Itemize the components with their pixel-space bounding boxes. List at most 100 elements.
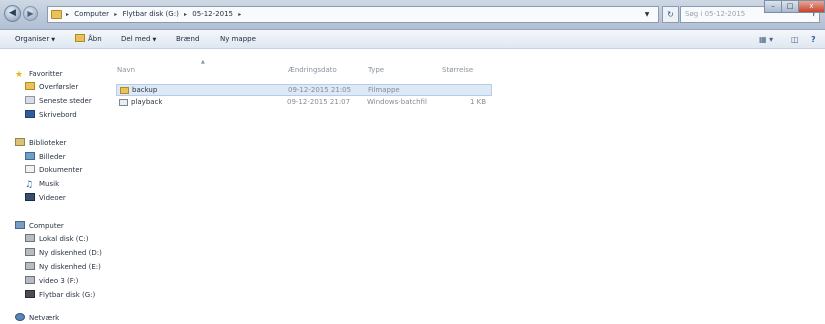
hard-drive-icon <box>25 234 35 242</box>
new-folder-button[interactable]: Ny mappe <box>220 30 256 49</box>
open-button[interactable]: Åbn <box>75 30 102 49</box>
sidebar-item-label: video 3 (F:) <box>39 277 79 285</box>
sidebar-item-label: Ny diskenhed (E:) <box>39 263 101 271</box>
file-row-playback[interactable]: playback 09-12-2015 21:07 Windows-batchf… <box>116 97 492 109</box>
sidebar-item-music[interactable]: ♫ Musik <box>25 178 59 190</box>
file-type: Filmappe <box>368 86 400 94</box>
videos-icon <box>25 193 35 201</box>
sort-ascending-icon: ▲ <box>201 59 205 65</box>
breadcrumb-computer[interactable]: Computer <box>74 10 109 18</box>
downloads-icon <box>25 82 35 90</box>
open-label: Åbn <box>88 35 102 43</box>
star-icon: ★ <box>15 70 24 80</box>
search-placeholder: Søg i 05-12-2015 <box>685 10 746 18</box>
sidebar-item-drive-c[interactable]: Lokal disk (C:) <box>25 233 88 245</box>
chevron-down-icon: ▼ <box>51 37 56 43</box>
new-folder-label: Ny mappe <box>220 35 256 43</box>
column-header-type[interactable]: Type <box>368 64 384 76</box>
chevron-right-icon[interactable]: ▸ <box>66 11 69 18</box>
sidebar-header-label: Biblioteker <box>29 139 67 147</box>
music-icon: ♫ <box>25 180 34 190</box>
sidebar-header-label: Netværk <box>29 314 60 322</box>
file-size: 1 KB <box>470 98 487 106</box>
breadcrumb: ▸ Computer ▸ Flytbar disk (G:) ▸ 05-12-2… <box>66 7 244 22</box>
address-history-dropdown[interactable]: ▼ <box>642 7 652 22</box>
sidebar-header-label: Computer <box>29 222 64 230</box>
address-bar[interactable]: ▸ Computer ▸ Flytbar disk (G:) ▸ 05-12-2… <box>47 6 659 23</box>
organize-menu[interactable]: Organiser ▼ <box>15 30 55 49</box>
open-icon <box>75 34 85 42</box>
sidebar-header-label: Favoritter <box>29 70 63 78</box>
sidebar-item-label: Lokal disk (C:) <box>39 235 89 243</box>
breadcrumb-folder[interactable]: 05-12-2015 <box>192 10 233 18</box>
sidebar-item-label: Dokumenter <box>39 166 83 174</box>
help-icon[interactable]: ? <box>811 33 816 46</box>
batch-file-icon <box>119 99 128 106</box>
sidebar-item-downloads[interactable]: Overførsler <box>25 81 78 93</box>
chevron-right-icon[interactable]: ▸ <box>114 11 117 18</box>
sidebar-item-desktop[interactable]: Skrivebord <box>25 109 77 121</box>
view-options-icon[interactable]: ▦ ▾ <box>759 33 773 46</box>
computer-icon <box>15 221 25 229</box>
file-type: Windows-batchfil <box>367 98 427 106</box>
forward-button[interactable]: ▶ <box>23 6 38 21</box>
preview-pane-icon[interactable]: ◫ <box>791 33 799 46</box>
file-name: playback <box>131 98 163 106</box>
chevron-right-icon[interactable]: ▸ <box>184 11 187 18</box>
sidebar-item-label: Seneste steder <box>39 97 92 105</box>
chevron-down-icon: ▼ <box>152 37 157 43</box>
recent-places-icon <box>25 96 35 104</box>
sidebar-favorites[interactable]: ★ Favoritter <box>15 68 63 80</box>
column-header-modified[interactable]: Ændringsdato <box>288 64 337 76</box>
folder-icon <box>120 87 129 94</box>
sidebar-libraries[interactable]: Biblioteker <box>15 137 66 149</box>
column-header-name[interactable]: Navn <box>117 64 135 76</box>
libraries-icon <box>15 138 25 146</box>
sidebar-item-label: Overførsler <box>39 83 79 91</box>
close-button[interactable]: x <box>798 0 825 13</box>
sidebar-item-drive-e[interactable]: Ny diskenhed (E:) <box>25 261 101 273</box>
sidebar-network[interactable]: Netværk <box>15 312 59 324</box>
maximize-button[interactable]: □ <box>781 0 799 13</box>
sidebar-item-label: Billeder <box>39 153 66 161</box>
file-name: backup <box>132 86 158 94</box>
desktop-icon <box>25 110 35 118</box>
burn-button[interactable]: Brænd <box>176 30 199 49</box>
hard-drive-icon <box>25 248 35 256</box>
title-bar: ◀ ▶ ▸ Computer ▸ Flytbar disk (G:) ▸ 05-… <box>0 0 825 30</box>
burn-label: Brænd <box>176 35 200 43</box>
sidebar-item-drive-d[interactable]: Ny diskenhed (D:) <box>25 247 102 259</box>
removable-drive-icon <box>25 290 35 298</box>
sidebar-item-pictures[interactable]: Billeder <box>25 151 66 163</box>
sidebar-item-label: Skrivebord <box>39 111 77 119</box>
sidebar-item-drive-g[interactable]: Flytbar disk (G:) <box>25 289 95 301</box>
sidebar-item-videos[interactable]: Videoer <box>25 192 66 204</box>
sidebar-item-recent-places[interactable]: Seneste steder <box>25 95 92 107</box>
sidebar-item-label: Ny diskenhed (D:) <box>39 249 102 257</box>
sidebar-item-label: Musik <box>39 180 60 188</box>
minimize-button[interactable]: – <box>764 0 782 13</box>
back-button[interactable]: ◀ <box>4 5 21 22</box>
hard-drive-icon <box>25 262 35 270</box>
documents-icon <box>25 165 35 173</box>
organize-label: Organiser <box>15 35 50 43</box>
file-modified: 09-12-2015 21:07 <box>287 98 351 106</box>
sidebar-item-label: Flytbar disk (G:) <box>39 291 96 299</box>
file-modified: 09-12-2015 21:05 <box>288 86 352 94</box>
sidebar-computer[interactable]: Computer <box>15 220 64 232</box>
sidebar-item-drive-f[interactable]: video 3 (F:) <box>25 275 78 287</box>
file-row-backup[interactable]: backup 09-12-2015 21:05 Filmappe <box>116 84 492 96</box>
folder-icon <box>51 10 62 19</box>
share-menu[interactable]: Del med ▼ <box>121 30 156 49</box>
command-bar: Organiser ▼ Åbn Del med ▼ Brænd Ny mappe ▦… <box>0 30 825 49</box>
window-controls: – □ x <box>764 0 825 13</box>
column-header-size[interactable]: Størrelse <box>442 64 473 76</box>
chevron-right-icon[interactable]: ▸ <box>238 11 241 18</box>
network-icon <box>15 313 25 321</box>
pictures-icon <box>25 152 35 160</box>
sidebar-item-documents[interactable]: Dokumenter <box>25 164 82 176</box>
breadcrumb-drive[interactable]: Flytbar disk (G:) <box>123 10 179 18</box>
share-label: Del med <box>121 35 151 43</box>
sidebar-item-label: Videoer <box>39 194 66 202</box>
refresh-button[interactable]: ↻ <box>662 6 679 23</box>
